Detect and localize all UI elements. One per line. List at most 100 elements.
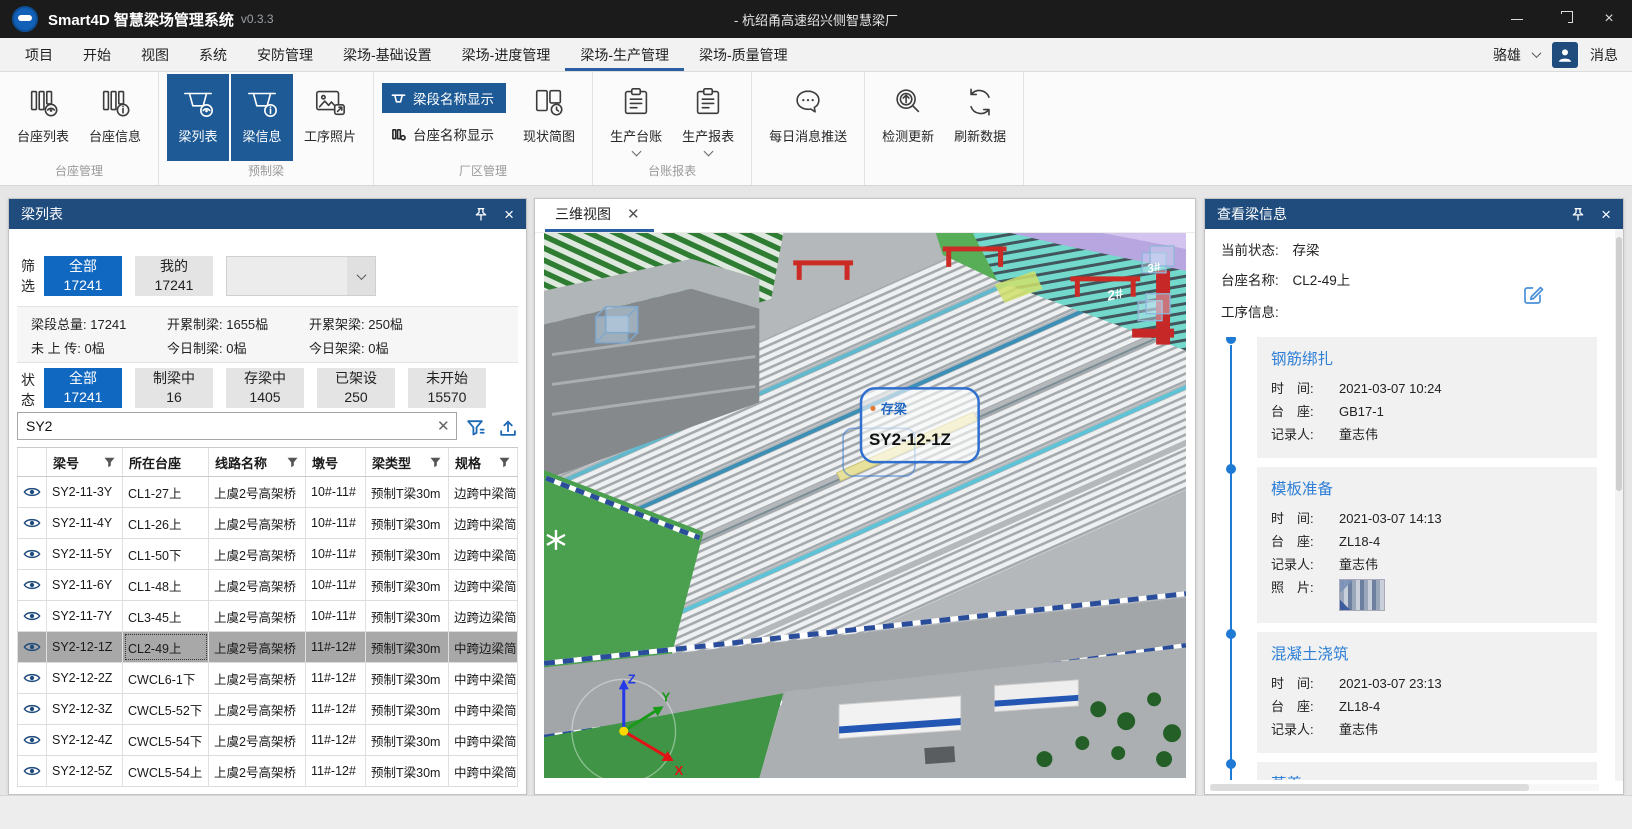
messages-button[interactable]: 消息 — [1590, 45, 1618, 65]
restore-button[interactable] — [1540, 0, 1586, 38]
close-icon[interactable]: × — [504, 206, 514, 223]
menu-item-梁场-生产管理[interactable]: 梁场-生产管理 — [565, 38, 684, 71]
view-eye-icon[interactable] — [17, 601, 47, 631]
close-icon[interactable]: × — [1601, 206, 1611, 223]
beam-callout[interactable] — [861, 388, 979, 462]
view-eye-icon[interactable] — [17, 756, 47, 786]
column-filter-icon[interactable] — [104, 457, 115, 468]
search-input[interactable] — [17, 412, 457, 440]
filter-funnel-icon[interactable] — [463, 415, 487, 439]
table-row-SY2-11-4Y[interactable]: SY2-11-4YCL1-26上上虞2号高架桥10#-11#预制T梁30m边跨中… — [17, 508, 518, 539]
tab-close-icon[interactable]: ✕ — [627, 205, 640, 223]
ribbon-button-台座列表[interactable]: 台座列表 — [8, 74, 78, 161]
status-tab-已架设[interactable]: 已架设250 — [317, 368, 395, 408]
process-name[interactable]: 钢筋绑扎 — [1271, 347, 1583, 369]
scrollbar-thumb[interactable] — [1210, 784, 1529, 791]
process-name[interactable]: 混凝土浇筑 — [1271, 642, 1583, 664]
view-eye-icon[interactable] — [17, 477, 47, 507]
column-header-梁号[interactable]: 梁号 — [47, 448, 123, 476]
status-tab-全部[interactable]: 全部17241 — [44, 368, 122, 408]
column-header-规格[interactable]: 规格 — [449, 448, 518, 476]
cell-线路名称: 上虞2号高架桥 — [209, 601, 306, 631]
ribbon-button-台座信息[interactable]: 台座信息 — [80, 74, 150, 161]
view-eye-icon[interactable] — [17, 539, 47, 569]
column-filter-icon[interactable] — [430, 457, 441, 468]
filter-dropdown[interactable] — [226, 256, 376, 296]
table-row-SY2-12-2Z[interactable]: SY2-12-2ZCWCL6-1下上虞2号高架桥11#-12#预制T梁30m中跨… — [17, 663, 518, 694]
menu-item-项目[interactable]: 项目 — [10, 38, 68, 71]
edit-icon[interactable] — [1521, 283, 1545, 307]
menu-item-梁场-基础设置[interactable]: 梁场-基础设置 — [328, 38, 447, 71]
ledger-icon — [691, 85, 725, 119]
column-header-梁类型[interactable]: 梁类型 — [366, 448, 449, 476]
pin-icon[interactable] — [474, 207, 488, 222]
table-row-SY2-12-3Z[interactable]: SY2-12-3ZCWCL5-52下上虞2号高架桥11#-12#预制T梁30m中… — [17, 694, 518, 725]
table-row-SY2-12-4Z[interactable]: SY2-12-4ZCWCL5-54下上虞2号高架桥11#-12#预制T梁30m中… — [17, 725, 518, 756]
menu-item-梁场-进度管理[interactable]: 梁场-进度管理 — [447, 38, 566, 71]
view-eye-icon[interactable] — [17, 663, 47, 693]
user-chevron-down-icon[interactable] — [1532, 48, 1542, 58]
process-name[interactable]: 蒸养 — [1271, 772, 1583, 780]
view-eye-icon[interactable] — [17, 694, 47, 724]
filter-tab-我的[interactable]: 我的17241 — [135, 256, 213, 296]
ribbon-button-梁信息[interactable]: 梁信息 — [231, 74, 293, 161]
menu-item-安防管理[interactable]: 安防管理 — [242, 38, 328, 71]
user-name[interactable]: 骆雄 — [1493, 45, 1521, 65]
callout-status: 存梁 — [881, 401, 907, 416]
cell-梁号: SY2-11-3Y — [47, 477, 123, 507]
ribbon-toggle-台座名称显示[interactable]: 台座名称显示 — [382, 119, 506, 149]
ribbon-group-label — [752, 161, 864, 185]
close-button[interactable]: × — [1586, 0, 1632, 38]
status-tab-存梁中[interactable]: 存梁中1405 — [226, 368, 304, 408]
minimize-button[interactable] — [1494, 0, 1540, 38]
ribbon-button-生产报表[interactable]: 生产报表 — [673, 74, 743, 161]
ribbon-button-生产台账[interactable]: 生产台账 — [601, 74, 671, 161]
filter-tab-全部[interactable]: 全部17241 — [44, 256, 122, 296]
cell-梁号: SY2-11-6Y — [47, 570, 123, 600]
horizontal-scrollbar[interactable] — [1210, 784, 1599, 791]
table-row-SY2-11-6Y[interactable]: SY2-11-6YCL1-48上上虞2号高架桥10#-11#预制T梁30m边跨中… — [17, 570, 518, 601]
dropdown-chevron-icon[interactable] — [347, 257, 375, 295]
ribbon-button-每日消息推送[interactable]: 每日消息推送 — [760, 74, 856, 161]
view-eye-icon[interactable] — [17, 508, 47, 538]
ribbon-button-现状简图[interactable]: 现状简图 — [514, 74, 584, 161]
ribbon-button-工序照片[interactable]: 工序照片 — [295, 74, 365, 161]
3d-scene: 2# 3# 存梁 SY2-12-1Z — [544, 233, 1186, 778]
pin-icon[interactable] — [1571, 207, 1585, 222]
scrollbar-thumb[interactable] — [1616, 237, 1622, 491]
table-row-SY2-11-3Y[interactable]: SY2-11-3YCL1-27上上虞2号高架桥10#-11#预制T梁30m边跨中… — [17, 477, 518, 508]
tab-3d-view[interactable]: 三维视图 ✕ — [545, 199, 654, 232]
current-status-value: 存梁 — [1293, 243, 1320, 258]
status-tab-制梁中[interactable]: 制梁中16 — [135, 368, 213, 408]
ribbon-button-梁列表[interactable]: 梁列表 — [167, 74, 229, 161]
search-clear-icon[interactable]: ✕ — [437, 417, 450, 435]
view-eye-icon[interactable] — [17, 570, 47, 600]
process-photo-thumbnail[interactable] — [1339, 579, 1385, 611]
ribbon-button-检测更新[interactable]: 检测更新 — [873, 74, 943, 161]
column-header-所在台座[interactable]: 所在台座 — [123, 448, 209, 476]
column-header-墩号[interactable]: 墩号 — [306, 448, 366, 476]
table-row-SY2-12-1Z[interactable]: SY2-12-1ZCL2-49上上虞2号高架桥11#-12#预制T梁30m中跨边… — [17, 632, 518, 663]
table-row-SY2-11-7Y[interactable]: SY2-11-7YCL3-45上上虞2号高架桥10#-11#预制T梁30m边跨边… — [17, 601, 518, 632]
view-eye-icon[interactable] — [17, 725, 47, 755]
viewport-3d[interactable]: 2# 3# 存梁 SY2-12-1Z — [544, 233, 1186, 778]
menu-item-开始[interactable]: 开始 — [68, 38, 126, 71]
table-row-SY2-12-5Z[interactable]: SY2-12-5ZCWCL5-54上上虞2号高架桥11#-12#预制T梁30m中… — [17, 756, 518, 787]
avatar[interactable] — [1552, 42, 1578, 68]
status-tab-未开始[interactable]: 未开始15570 — [408, 368, 486, 408]
ribbon-toggle-梁段名称显示[interactable]: 梁段名称显示 — [382, 83, 506, 113]
column-filter-icon[interactable] — [499, 457, 510, 468]
column-filter-icon[interactable] — [287, 457, 298, 468]
cell-梁号: SY2-12-3Z — [47, 694, 123, 724]
stat-今日制梁: 今日制梁: 0榀 — [167, 338, 309, 362]
export-icon[interactable] — [495, 415, 519, 439]
column-header-线路名称[interactable]: 线路名称 — [209, 448, 306, 476]
table-row-SY2-11-5Y[interactable]: SY2-11-5YCL1-50下上虞2号高架桥10#-11#预制T梁30m边跨中… — [17, 539, 518, 570]
menu-item-系统[interactable]: 系统 — [184, 38, 242, 71]
ribbon-button-刷新数据[interactable]: 刷新数据 — [945, 74, 1015, 161]
process-name[interactable]: 模板准备 — [1271, 477, 1583, 499]
menu-item-梁场-质量管理[interactable]: 梁场-质量管理 — [684, 38, 803, 71]
view-eye-icon[interactable] — [17, 632, 47, 662]
vertical-scrollbar[interactable] — [1615, 229, 1623, 781]
menu-item-视图[interactable]: 视图 — [126, 38, 184, 71]
